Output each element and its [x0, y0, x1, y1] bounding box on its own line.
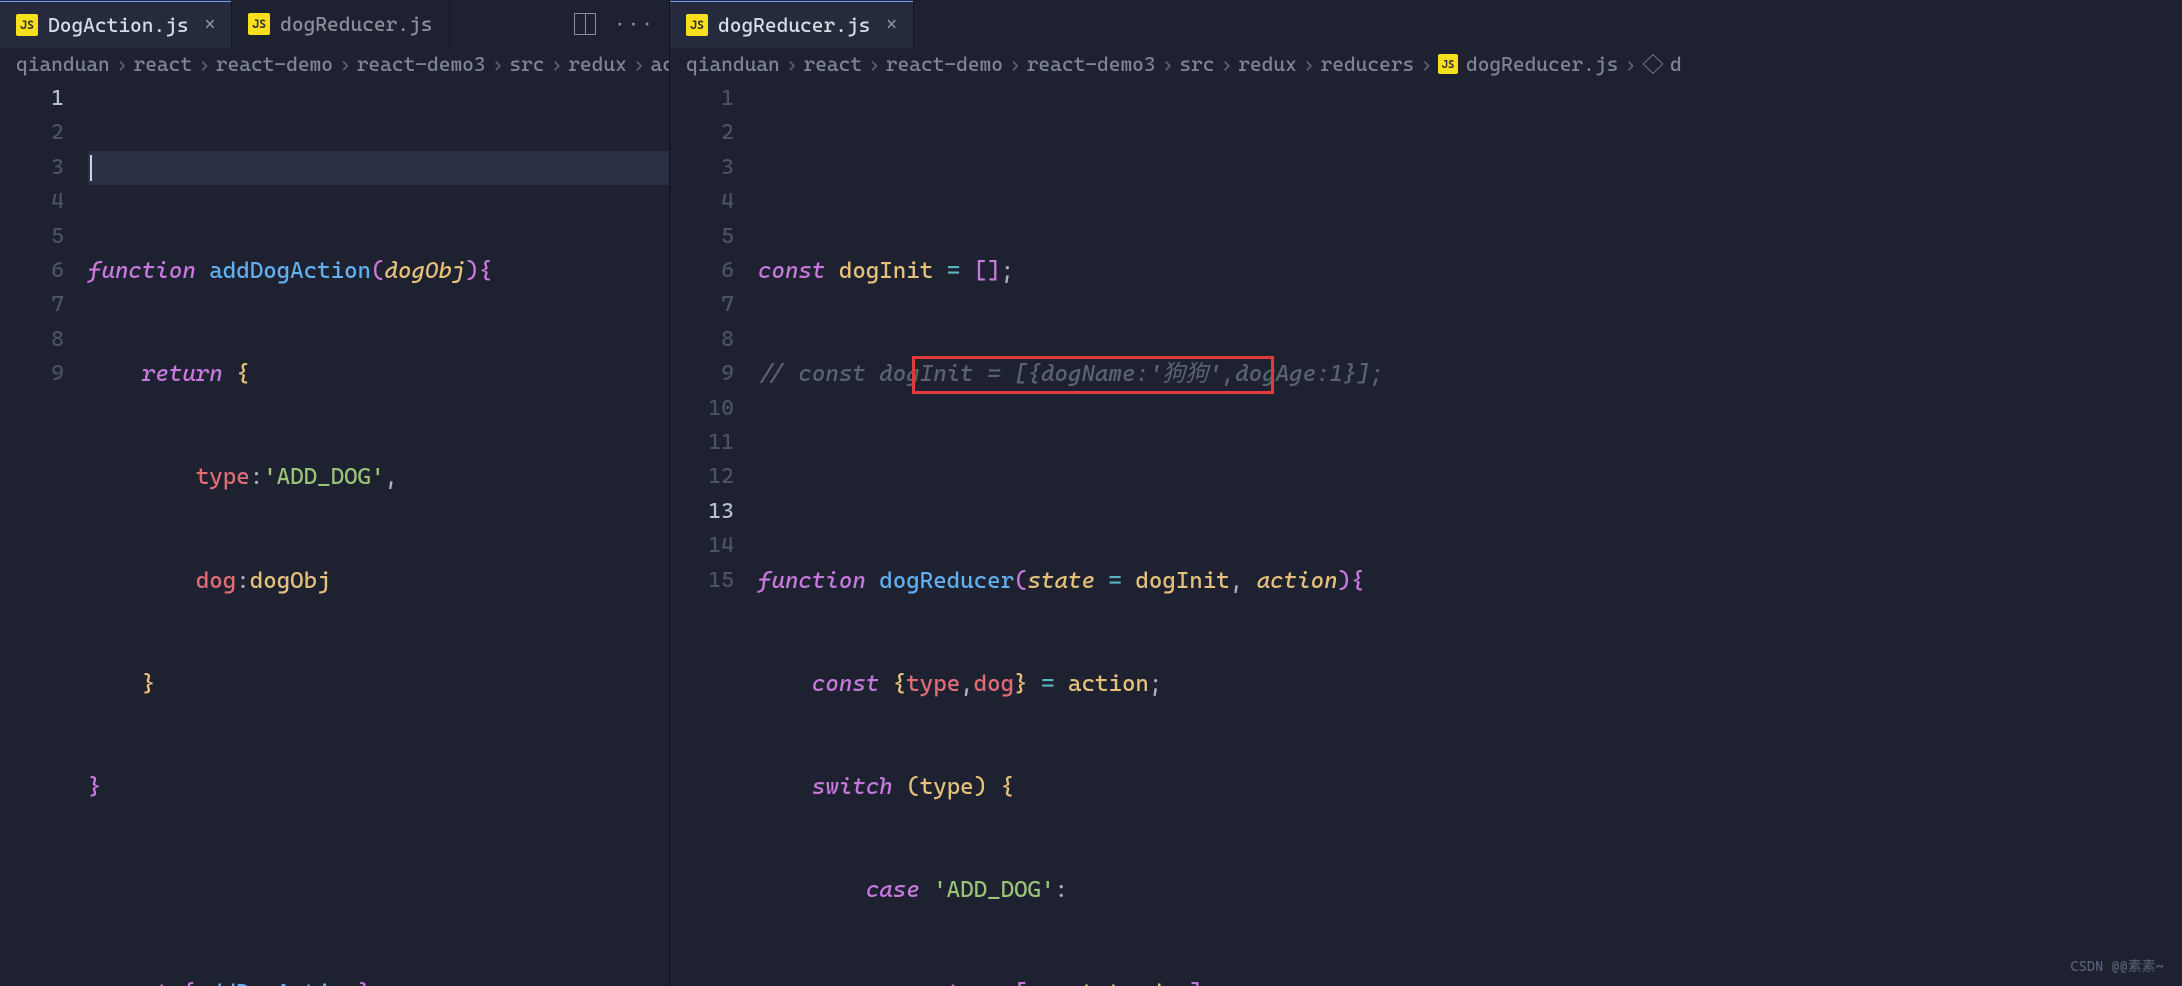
tabs-right: JS dogReducer.js ×	[670, 0, 2182, 48]
split-editor-icon[interactable]	[574, 13, 596, 35]
js-icon: JS	[16, 14, 38, 36]
tab-label: DogAction.js	[48, 13, 189, 37]
editor-left[interactable]: 1 2 3 4 5 6 7 8 9 function addDogAction(…	[0, 82, 669, 986]
close-icon[interactable]: ×	[205, 14, 216, 35]
gutter-right: 1 2 3 4 5 6 7 8 9 10 11 12 13 14 15	[670, 82, 758, 986]
crumb[interactable]: react-demo3	[357, 52, 486, 76]
crumb[interactable]: react-demo	[216, 52, 333, 76]
crumb[interactable]: qianduan	[686, 52, 780, 76]
crumb[interactable]: reducers	[1321, 52, 1415, 76]
code-right[interactable]: const dogInit = []; // const dogInit = […	[758, 82, 2182, 986]
tabs-left: JS DogAction.js × JS dogReducer.js ···	[0, 0, 669, 48]
code-left[interactable]: function addDogAction(dogObj){ return { …	[88, 82, 669, 986]
crumb[interactable]: react	[133, 52, 192, 76]
js-icon: JS	[248, 13, 270, 35]
crumb[interactable]: react	[803, 52, 862, 76]
watermark: CSDN @@素素~	[2070, 956, 2164, 976]
crumb[interactable]: react-demo	[886, 52, 1003, 76]
crumb[interactable]: actions	[651, 52, 670, 76]
tab-dogreducer-right[interactable]: JS dogReducer.js ×	[670, 0, 914, 48]
tab-dogreducer-left[interactable]: JS dogReducer.js	[232, 0, 449, 48]
js-icon: JS	[1438, 54, 1458, 74]
more-icon[interactable]: ···	[614, 12, 655, 36]
left-editor-group: JS DogAction.js × JS dogReducer.js ··· q…	[0, 0, 669, 986]
crumb[interactable]: redux	[1238, 52, 1297, 76]
breadcrumb-right[interactable]: qianduan› react› react-demo› react-demo3…	[670, 48, 2182, 82]
right-editor-group: JS dogReducer.js × qianduan› react› reac…	[669, 0, 2182, 986]
crumb[interactable]: src	[1179, 52, 1214, 76]
gutter-left: 1 2 3 4 5 6 7 8 9	[0, 82, 88, 986]
breadcrumb-left[interactable]: qianduan› react› react-demo› react-demo3…	[0, 48, 669, 82]
close-icon[interactable]: ×	[886, 14, 897, 35]
editor-right[interactable]: 1 2 3 4 5 6 7 8 9 10 11 12 13 14 15 cons…	[670, 82, 2182, 986]
crumb[interactable]: qianduan	[16, 52, 110, 76]
tab-label: dogReducer.js	[280, 12, 432, 36]
crumb-symbol[interactable]: d	[1670, 52, 1682, 76]
js-icon: JS	[686, 14, 708, 36]
text-cursor	[90, 155, 92, 181]
symbol-icon	[1643, 54, 1663, 74]
crumb-file[interactable]: dogReducer.js	[1466, 52, 1618, 76]
crumb[interactable]: src	[509, 52, 544, 76]
crumb[interactable]: react-demo3	[1027, 52, 1156, 76]
tab-label: dogReducer.js	[718, 13, 870, 37]
tab-dogaction[interactable]: JS DogAction.js ×	[0, 0, 232, 48]
tab-actions-left: ···	[560, 12, 669, 36]
crumb[interactable]: redux	[568, 52, 627, 76]
